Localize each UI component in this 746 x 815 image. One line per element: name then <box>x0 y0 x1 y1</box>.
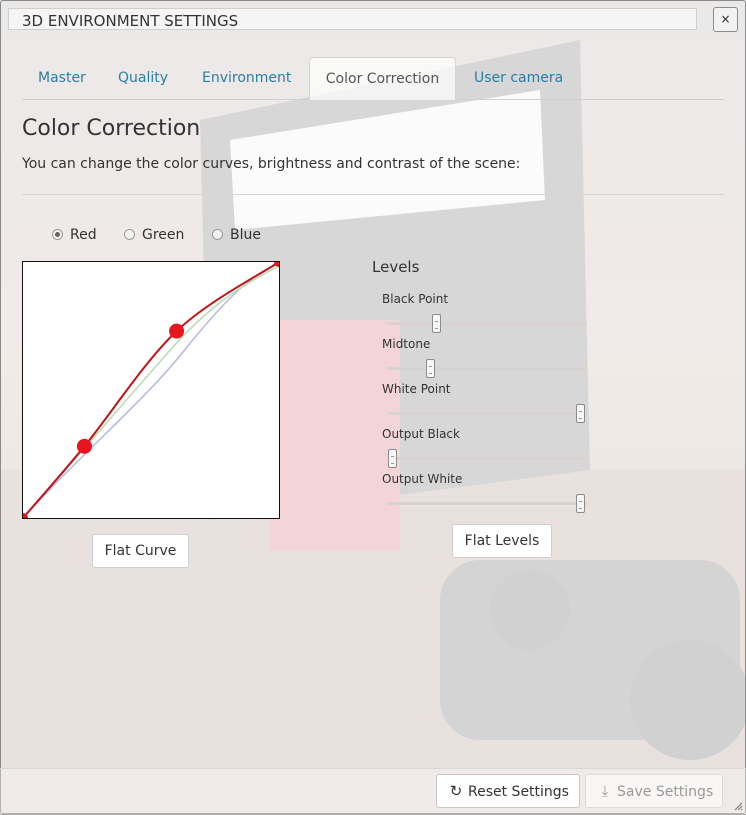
section-description: You can change the color curves, brightn… <box>22 156 521 172</box>
slider-label-black-point: Black Point <box>382 292 449 306</box>
slider-label-white-point: White Point <box>382 382 451 396</box>
slider-track-output-black[interactable] <box>387 449 587 468</box>
blue-curve <box>23 263 279 518</box>
radio-green-circle[interactable] <box>124 229 135 240</box>
channel-label-blue: Blue <box>230 227 261 243</box>
divider <box>22 194 724 195</box>
flat-levels-button[interactable]: Flat Levels <box>452 524 552 558</box>
slider-label-output-black: Output Black <box>382 427 460 441</box>
radio-blue-circle[interactable] <box>212 229 223 240</box>
reset-settings-label: Reset Settings <box>468 784 569 800</box>
slider-track-output-white[interactable] <box>387 494 587 513</box>
slider-thumb-midtone[interactable] <box>426 359 435 378</box>
tab-user-camera[interactable]: User camera <box>474 57 563 99</box>
reset-settings-button[interactable]: ↻ Reset Settings <box>436 774 580 808</box>
slider-track-white-point[interactable] <box>387 404 587 423</box>
curve-canvas <box>23 262 279 518</box>
channel-label-red: Red <box>70 227 97 243</box>
curve-control-point[interactable] <box>76 438 92 454</box>
slider-label-midtone: Midtone <box>382 337 431 351</box>
red-curve[interactable] <box>23 262 279 518</box>
red-curve-points <box>23 262 279 518</box>
slider-thumb-black-point[interactable] <box>432 314 441 333</box>
dialog-title: 3D ENVIRONMENT SETTINGS <box>8 8 697 30</box>
slider-track-black-point[interactable] <box>387 314 587 333</box>
slider-thumb-output-black[interactable] <box>388 449 397 468</box>
slider-label-output-white: Output White <box>382 472 463 486</box>
tab-color-correction[interactable]: Color Correction <box>309 57 456 100</box>
slider-thumb-output-white[interactable] <box>576 494 585 513</box>
channel-label-green: Green <box>142 227 185 243</box>
flat-curve-button[interactable]: Flat Curve <box>92 534 189 568</box>
save-settings-label: Save Settings <box>617 784 714 800</box>
tab-quality[interactable]: Quality <box>118 57 168 99</box>
curve-control-point[interactable] <box>169 323 185 339</box>
refresh-icon: ↻ <box>449 782 463 800</box>
radio-red-circle[interactable] <box>52 229 63 240</box>
download-icon: ⤓ <box>601 782 609 800</box>
tab-master[interactable]: Master <box>38 57 86 99</box>
curve-editor[interactable] <box>22 261 280 519</box>
tab-environment[interactable]: Environment <box>202 57 291 99</box>
tab-bar: Master Quality Environment Color Correct… <box>22 57 724 100</box>
slider-thumb-white-point[interactable] <box>576 404 585 423</box>
save-settings-button[interactable]: ⤓ Save Settings <box>585 774 723 808</box>
green-curve <box>23 265 279 518</box>
close-button[interactable]: × <box>713 7 738 32</box>
resize-grip-icon[interactable] <box>733 801 743 811</box>
levels-title: Levels <box>372 258 420 276</box>
slider-track-midtone[interactable] <box>387 359 587 378</box>
section-title: Color Correction <box>22 116 201 141</box>
